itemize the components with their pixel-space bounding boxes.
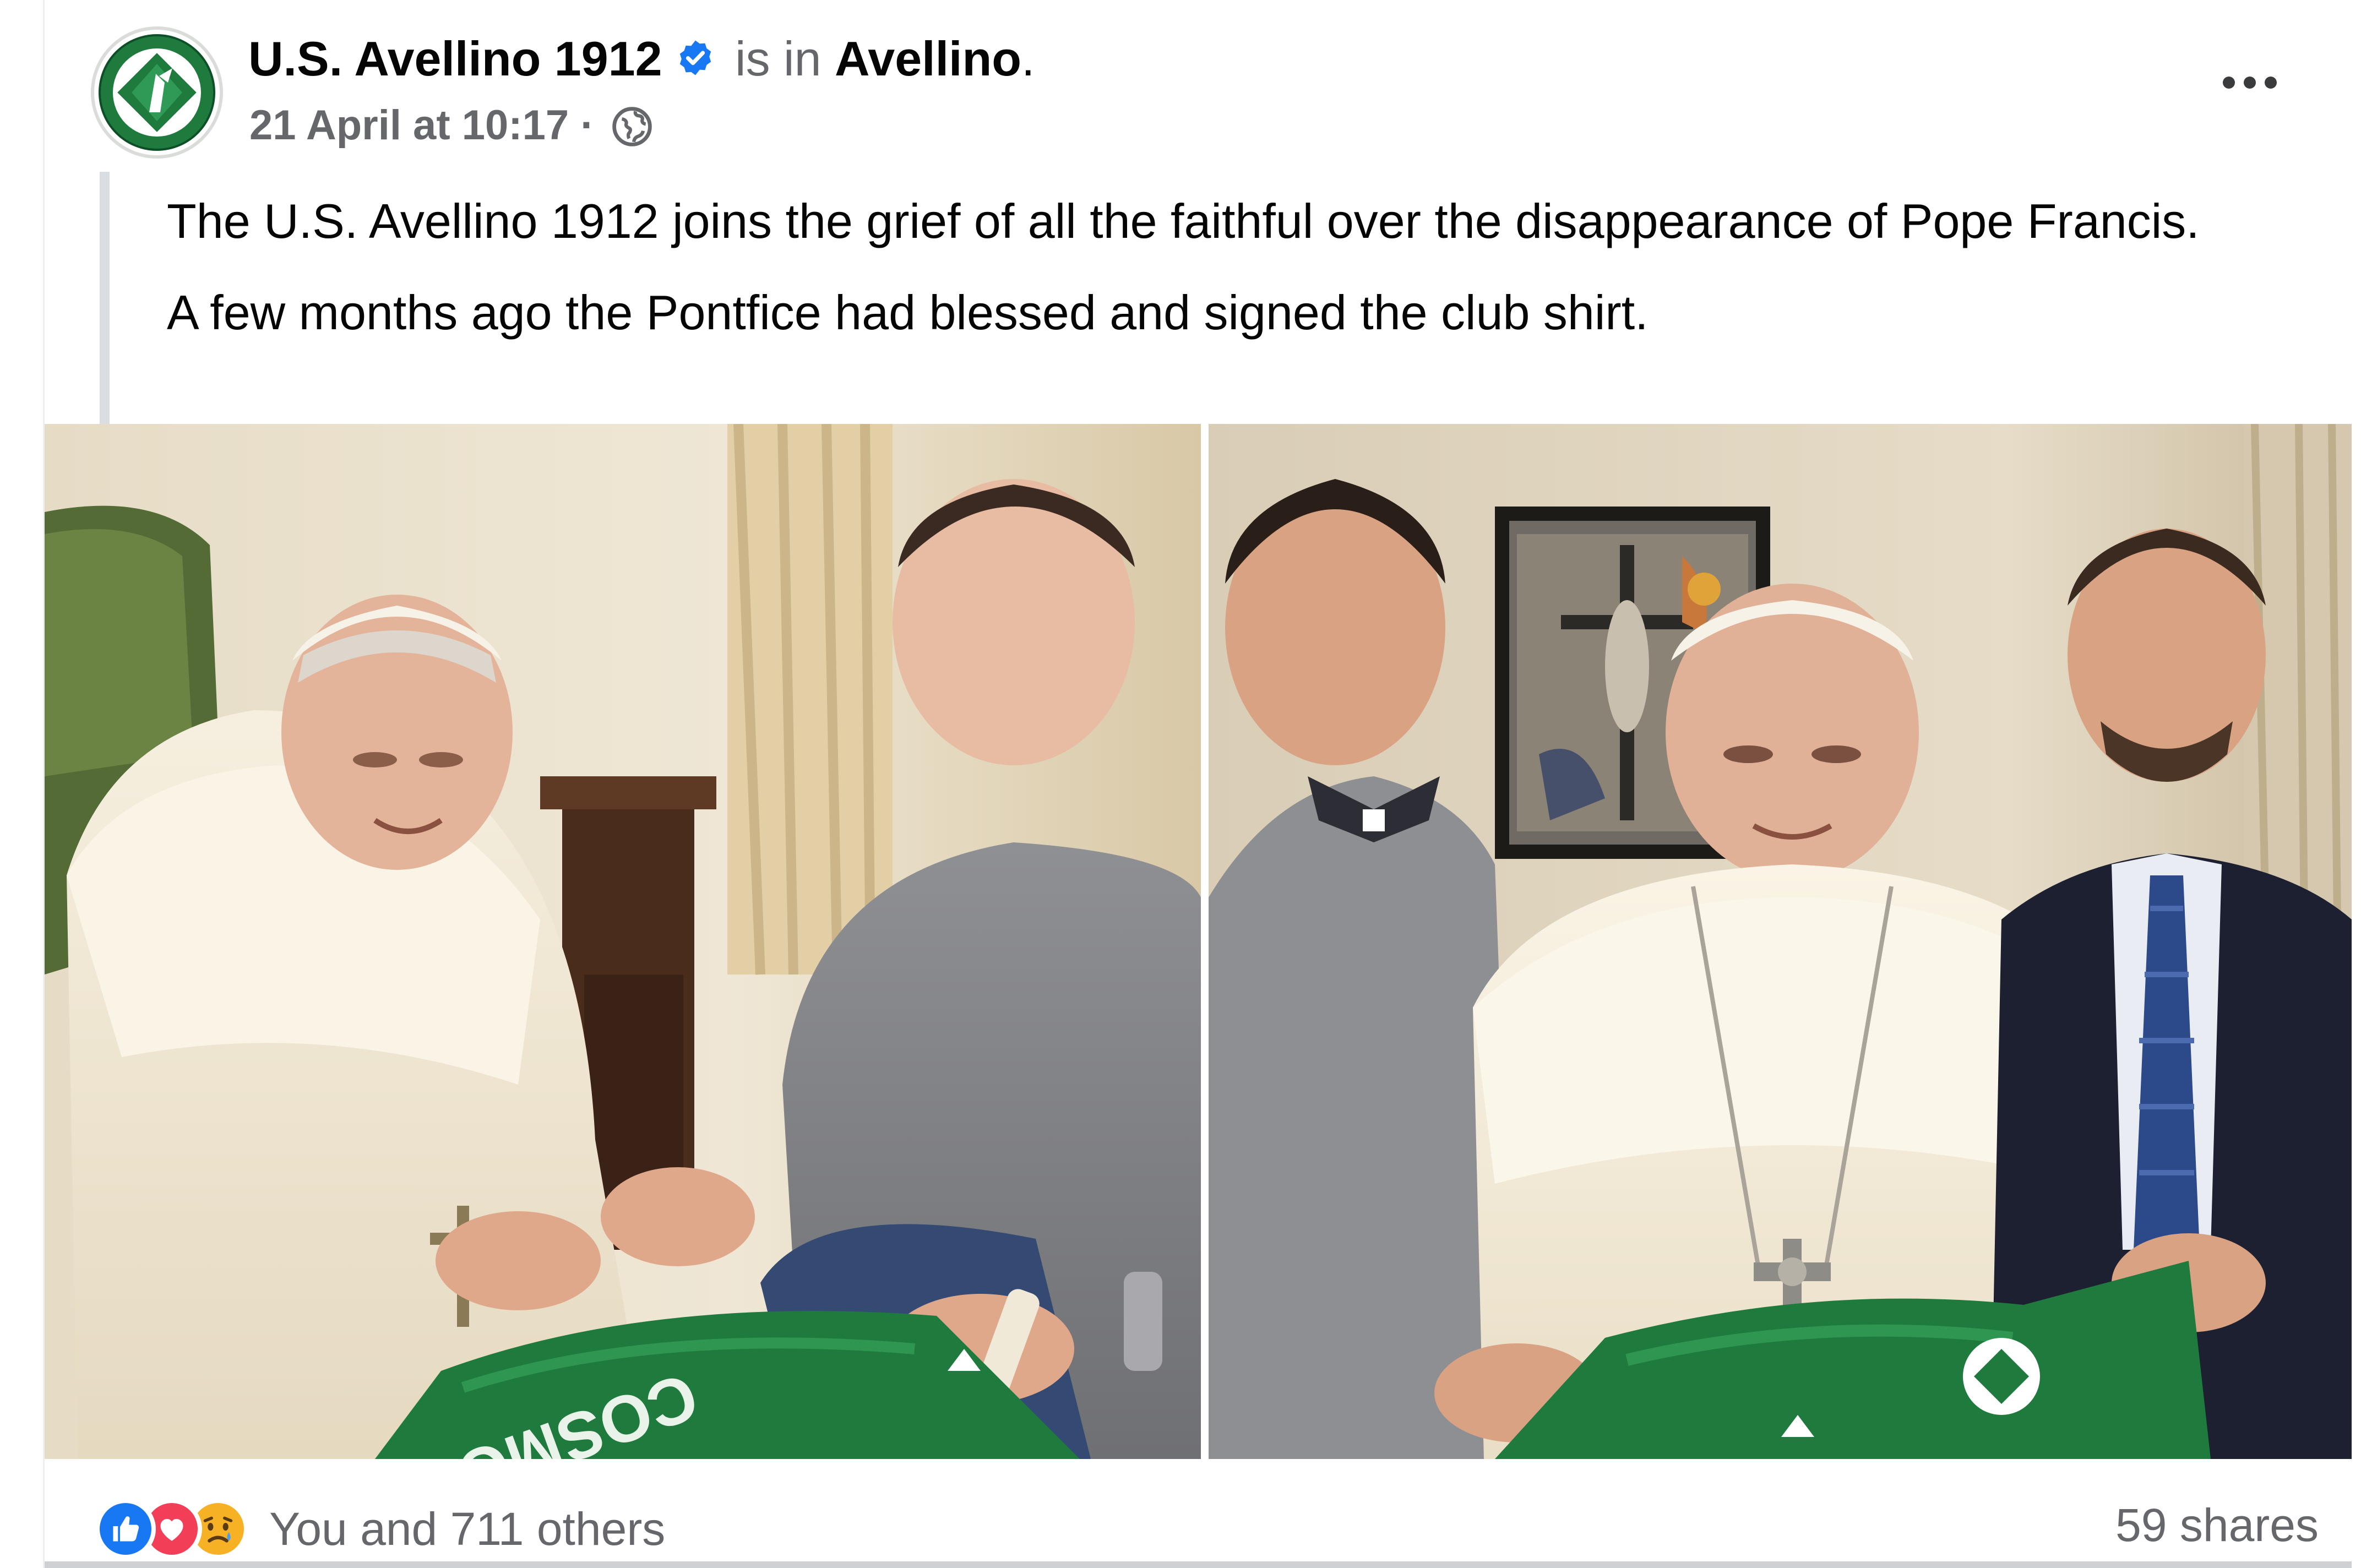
post-paragraph: A few months ago the Pontfice had blesse… xyxy=(167,285,1649,340)
post-meta: 21 April at 10:17 · xyxy=(249,98,652,153)
globe-icon[interactable] xyxy=(612,106,652,147)
shares-count[interactable]: 59 shares xyxy=(2115,1499,2319,1552)
post-header-line: U.S. Avellino 1912 is in Avellino. xyxy=(248,29,1035,89)
post-text: The U.S. Avellino 1912 joins the grief o… xyxy=(167,187,2259,347)
timestamp-link[interactable]: 21 April at 10:17 xyxy=(249,102,569,149)
photo-pope-signing-shirt[interactable]: COSMOP xyxy=(45,424,1201,1459)
footer-divider xyxy=(45,1561,2352,1568)
meta-separator: · xyxy=(580,102,595,149)
photo-left-image: COSMOP xyxy=(45,424,1201,1459)
club-logo-icon xyxy=(95,31,219,154)
like-icon xyxy=(95,1499,156,1559)
post-card: U.S. Avellino 1912 is in Avellino. 21 Ap… xyxy=(43,0,2352,1568)
post-paragraph: The U.S. Avellino 1912 joins the grief o… xyxy=(167,194,2200,248)
location-suffix: . xyxy=(1021,31,1035,86)
verified-badge-icon xyxy=(679,40,711,75)
more-options-dot xyxy=(2244,77,2256,89)
photo-right-image xyxy=(1209,424,2352,1459)
photo-pope-with-two-men-holding-shirt[interactable] xyxy=(1209,424,2352,1459)
connector-text: is in xyxy=(735,31,822,86)
more-options-dot xyxy=(2265,77,2277,89)
page-avatar[interactable] xyxy=(91,26,223,159)
quote-bar xyxy=(100,172,110,426)
more-options-icon xyxy=(2223,77,2235,89)
reactions-summary[interactable]: You and 711 others xyxy=(95,1493,665,1565)
more-options-button[interactable] xyxy=(2208,61,2291,105)
reactions-count[interactable]: You and 711 others xyxy=(269,1502,665,1556)
location-link[interactable]: Avellino xyxy=(835,31,1021,86)
page-name-link[interactable]: U.S. Avellino 1912 xyxy=(248,31,662,86)
